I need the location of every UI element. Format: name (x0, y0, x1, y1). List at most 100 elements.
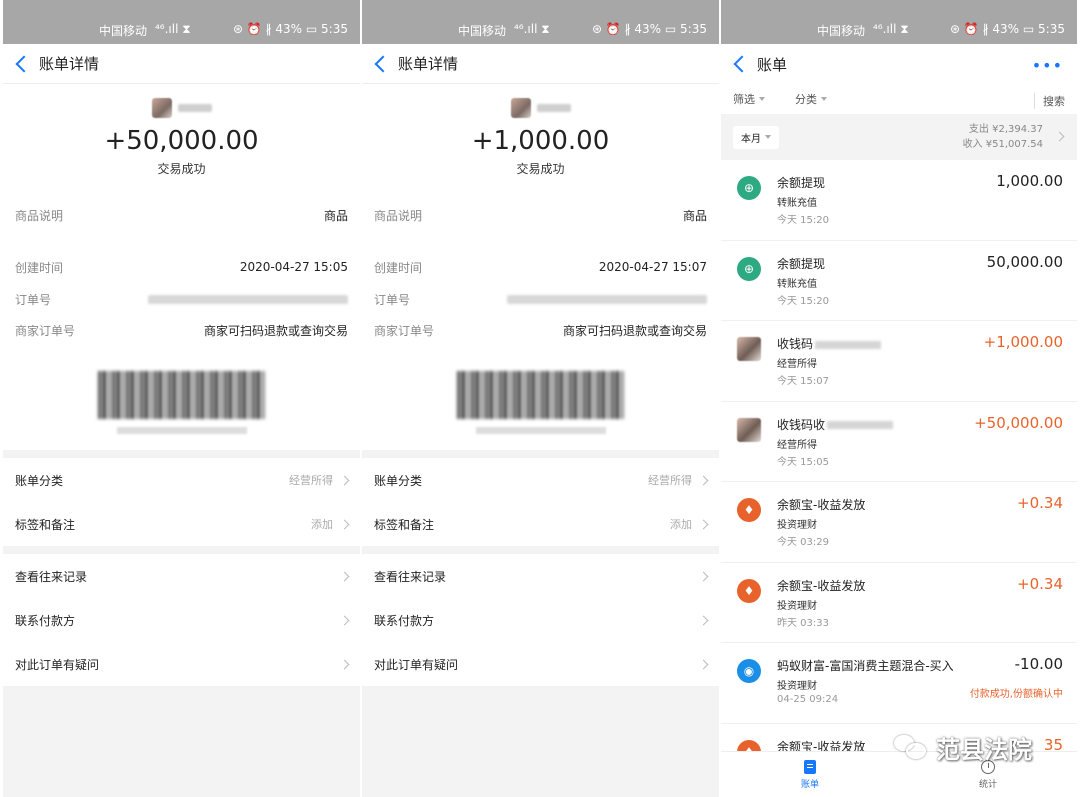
tx-title: 余额宝-收益发放 (777, 578, 866, 593)
chevron-right-icon (339, 475, 350, 485)
contact-payer-item[interactable]: 联系付款方 (362, 598, 719, 642)
chevron-right-icon (339, 659, 350, 669)
caret-down-icon (821, 97, 827, 101)
status-bar: 中国移动 ⁴⁶.ıll ⧗ ⊛ ⏰ ∦ 43% ▭ 5:35 (721, 0, 1077, 44)
bill-category-label: 账单分类 (374, 473, 423, 488)
tx-amount: +1,000.00 (983, 333, 1063, 351)
nav-bar: 账单 ••• (721, 44, 1077, 84)
back-arrow-icon[interactable] (13, 55, 31, 73)
tags-value: 添加 (670, 518, 692, 531)
more-icon[interactable]: ••• (1032, 56, 1063, 75)
back-arrow-icon[interactable] (372, 55, 390, 73)
order-number-redacted (148, 294, 348, 304)
status-right: ⊛ ⏰ ∦ 43% ▭ 5:35 (232, 22, 348, 36)
tags-label: 标签和备注 (15, 517, 76, 532)
status-bar: 中国移动 ⁴⁶.ıll ⧗ ⊛ ⏰ ∦ 43% ▭ 5:35 (3, 0, 360, 44)
transaction-row[interactable]: 收钱码收 经营所得 今天 15:05 +50,000.00 (721, 402, 1077, 482)
month-totals: 支出 ¥2,394.37 收入 ¥51,007.54 (963, 122, 1043, 152)
barcode-area (362, 351, 719, 450)
transaction-row[interactable]: 收钱码 经营所得 今天 15:07 +1,000.00 (721, 321, 1077, 402)
nav-bar: 账单详情 (362, 44, 719, 84)
bill-doc-icon (804, 759, 816, 774)
month-selector[interactable]: 本月 (733, 125, 779, 149)
history-item[interactable]: 查看往来记录 (362, 554, 719, 598)
signal-icon: ⁴⁶.ıll ⧗ (155, 22, 191, 36)
chevron-right-icon (698, 475, 709, 485)
transaction-row[interactable]: ♦ 余额宝-收益发放 投资理财 今天 03:29 +0.34 (721, 482, 1077, 563)
status-right: ⊛ ⏰ ∦ 43% ▭ 5:35 (591, 22, 707, 36)
payer-name-redacted (827, 421, 894, 429)
tx-time: 今天 15:05 (777, 456, 829, 468)
tx-time: 昨天 03:33 (777, 617, 829, 629)
created-label: 创建时间 (15, 260, 64, 275)
contact-payer-item[interactable]: 联系付款方 (3, 598, 360, 642)
chevron-right-icon (339, 615, 350, 625)
transaction-row[interactable]: ♦ 余额宝-收益发放 投资理财 昨天 03:33 +0.34 (721, 563, 1077, 643)
order-question-item[interactable]: 对此订单有疑问 (362, 642, 719, 686)
page-title: 账单详情 (398, 55, 459, 73)
yuebao-icon: ♦ (737, 498, 761, 522)
contact-label: 联系付款方 (374, 613, 435, 628)
tx-time: 今天 15:20 (777, 215, 829, 226)
carrier-name: 中国移动 (458, 24, 507, 38)
carrier-name: 中国移动 (817, 24, 866, 38)
signal-icon: ⁴⁶.ıll ⧗ (514, 22, 550, 36)
tags-notes-item[interactable]: 标签和备注 添加 (3, 502, 360, 546)
desc-row: 商品说明 商品 (362, 193, 719, 237)
merchant-label: 商家订单号 (374, 323, 435, 338)
barcode-number-redacted (116, 427, 247, 434)
created-row: 创建时间 2020-04-27 15:05 (3, 245, 360, 289)
question-label: 对此订单有疑问 (374, 657, 459, 672)
tab-bills[interactable]: 账单 (721, 752, 899, 797)
detail-card: +50,000.00 交易成功 商品说明 商品 创建时间 2020-04-27 … (3, 84, 360, 450)
history-item[interactable]: 查看往来记录 (3, 554, 360, 598)
yuebao-icon: ♦ (737, 578, 761, 603)
bill-category-label: 账单分类 (15, 473, 64, 488)
tx-title: 收钱码 (777, 335, 882, 352)
bill-list-panel: 中国移动 ⁴⁶.ıll ⧗ ⊛ ⏰ ∦ 43% ▭ 5:35 账单 ••• 筛选… (721, 0, 1077, 797)
payer-info (3, 84, 360, 124)
barcode-number-redacted (475, 427, 606, 434)
payer-name-redacted (177, 104, 212, 112)
category-label: 分类 (795, 93, 817, 106)
bill-category-item[interactable]: 账单分类 经营所得 (362, 458, 719, 502)
tags-notes-item[interactable]: 标签和备注 添加 (362, 502, 719, 546)
bill-category-item[interactable]: 账单分类 经营所得 (3, 458, 360, 502)
history-label: 查看往来记录 (374, 569, 447, 584)
payer-avatar (151, 98, 172, 118)
tx-title: 余额提现 (777, 256, 826, 271)
tab-bills-label: 账单 (800, 779, 819, 790)
menu-group-2: 查看往来记录 联系付款方 对此订单有疑问 (362, 554, 719, 686)
status-bar: 中国移动 ⁴⁶.ıll ⧗ ⊛ ⏰ ∦ 43% ▭ 5:35 (362, 0, 719, 44)
merchant-value: 商家可扫码退款或查询交易 (203, 323, 348, 338)
tx-title-text: 收钱码 (777, 337, 814, 351)
created-value: 2020-04-27 15:05 (239, 260, 348, 274)
tx-time: 今天 03:29 (777, 537, 829, 548)
back-arrow-icon[interactable] (731, 55, 749, 73)
search-button[interactable]: 搜索 (1034, 93, 1065, 109)
menu-group-2: 查看往来记录 联系付款方 对此订单有疑问 (3, 554, 360, 686)
signal-icon: ⁴⁶.ıll ⧗ (873, 22, 909, 36)
payer-name-redacted (815, 340, 882, 349)
nav-bar: 账单详情 (3, 44, 360, 84)
chevron-right-icon (698, 659, 709, 669)
tx-amount: +0.34 (1017, 494, 1063, 512)
chevron-right-icon (1054, 131, 1065, 142)
tx-time: 今天 15:07 (777, 376, 829, 387)
tx-time: 04-25 09:24 (777, 694, 839, 705)
merchant-value: 商家可扫码退款或查询交易 (562, 323, 707, 338)
transaction-row[interactable]: ⊕ 余额提现 转账充值 今天 15:20 1,000.00 (721, 160, 1077, 241)
order-label: 订单号 (374, 292, 411, 307)
filter-dropdown[interactable]: 筛选 (733, 91, 765, 107)
tx-category: 投资理财 (777, 681, 817, 692)
order-question-item[interactable]: 对此订单有疑问 (3, 642, 360, 686)
order-row: 订单号 (3, 289, 360, 309)
transaction-row[interactable]: ◉ 蚂蚁财富-富国消费主题混合-买入 投资理财 04-25 09:24 -10.… (721, 643, 1077, 724)
month-summary[interactable]: 本月 支出 ¥2,394.37 收入 ¥51,007.54 (721, 114, 1077, 160)
chevron-right-icon (698, 519, 709, 529)
filter-label: 筛选 (733, 93, 755, 106)
created-value: 2020-04-27 15:07 (598, 260, 707, 274)
ant-fortune-icon: ◉ (737, 659, 761, 683)
transaction-row[interactable]: ⊕ 余额提现 转账充值 今天 15:20 50,000.00 (721, 241, 1077, 321)
category-dropdown[interactable]: 分类 (795, 91, 827, 107)
